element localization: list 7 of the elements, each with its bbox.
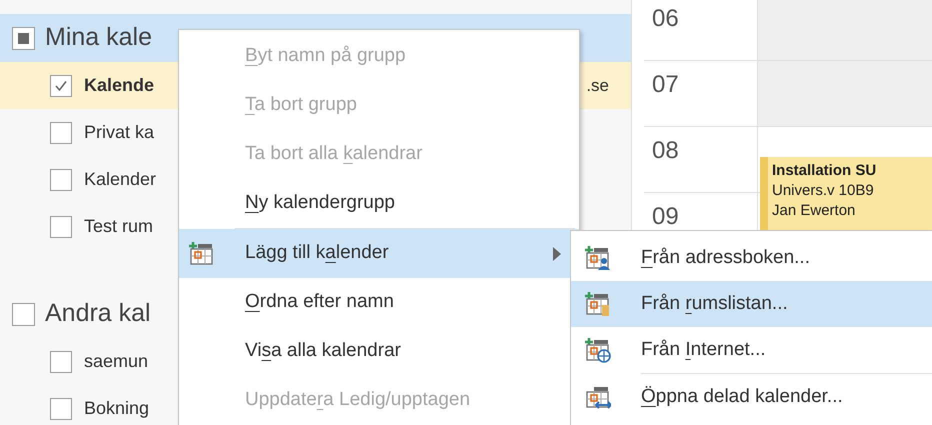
hour-label: 06: [652, 5, 679, 32]
hour-label: 07: [652, 71, 679, 98]
event-organizer: Jan Ewerton: [772, 201, 856, 221]
event-location: Univers.v 10B9: [772, 181, 875, 201]
event-title: Installation SU: [772, 161, 878, 181]
hour-label: 09: [652, 203, 679, 230]
hour-label: 08: [652, 137, 679, 164]
